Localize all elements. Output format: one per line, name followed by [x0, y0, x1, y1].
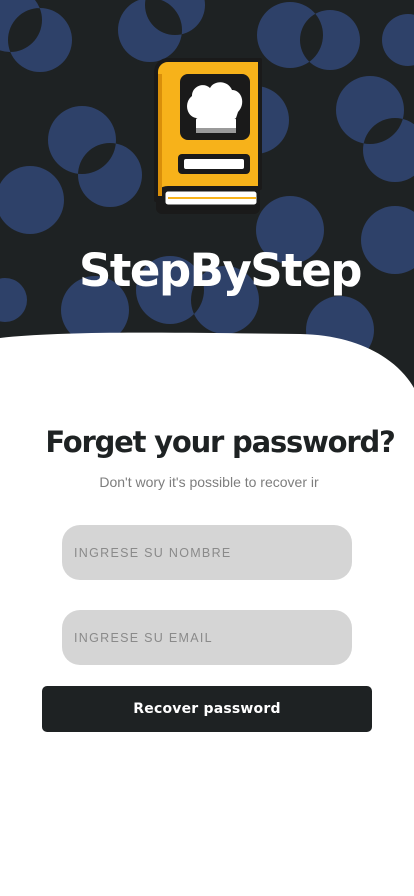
recover-password-button[interactable]: Recover password	[42, 686, 372, 732]
email-input[interactable]	[62, 610, 352, 665]
name-input[interactable]	[62, 525, 352, 580]
recover-password-form: Forget your password? Don't wory it's po…	[0, 0, 414, 896]
page-subtitle: Don't wory it's possible to recover ir	[99, 474, 319, 490]
page-title: Forget your password?	[45, 425, 396, 459]
